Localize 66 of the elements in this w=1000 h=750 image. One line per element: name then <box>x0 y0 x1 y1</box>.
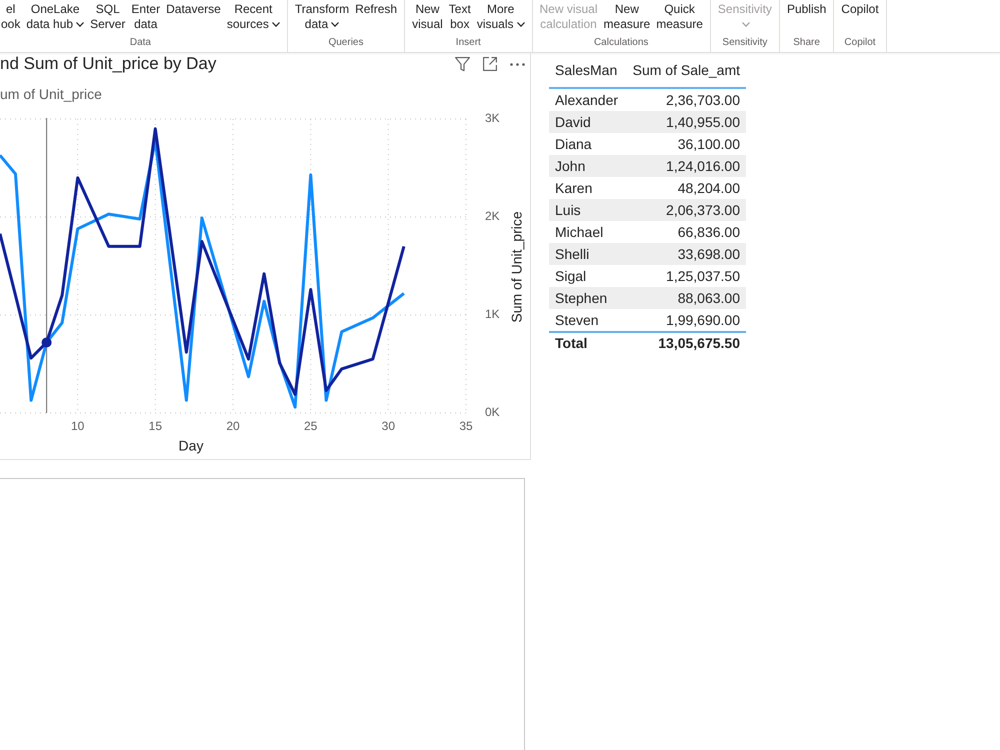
table-cell: Sigal <box>549 265 626 287</box>
ribbon-button[interactable]: New visual <box>411 0 444 32</box>
table-cell: 1,25,037.50 <box>625 265 746 287</box>
table-cell: 88,063.00 <box>625 287 746 309</box>
axis-tick-label: 10 <box>70 419 84 434</box>
table-cell: Alexander <box>549 88 626 111</box>
total-cell: 13,05,675.50 <box>625 332 746 353</box>
group-label: Sensitivity <box>721 37 768 50</box>
table-cell: 2,06,373.00 <box>625 199 746 221</box>
axis-title: Sum of Unit_price <box>508 211 525 323</box>
axis-tick-label: 25 <box>304 419 318 434</box>
table-cell: 36,100.00 <box>625 133 746 155</box>
table-cell: Karen <box>549 177 626 199</box>
axis-tick-label: 30 <box>382 419 396 434</box>
ribbon-button[interactable]: Dataverse <box>165 0 222 17</box>
axis-title: Day <box>178 438 204 454</box>
filter-icon[interactable] <box>455 56 470 72</box>
axis-tick-label: 0K <box>485 405 500 420</box>
table-cell: Steven <box>549 309 626 332</box>
table-cell: Shelli <box>549 243 626 265</box>
axis-tick-label: 2K <box>485 209 500 224</box>
group-label: Calculations <box>592 37 650 50</box>
axis-tick-label: 1K <box>485 307 500 322</box>
table-cell: Luis <box>549 199 626 221</box>
group-label: Share <box>792 37 821 50</box>
axis-tick-label: 20 <box>226 419 240 434</box>
ribbon-button[interactable]: SQL Server <box>89 0 126 32</box>
axis-tick-label: 35 <box>459 419 473 434</box>
ribbon-button[interactable]: Quick measure <box>655 0 704 32</box>
group-label: Insert <box>454 37 482 50</box>
table-cell: Stephen <box>549 287 626 309</box>
ribbon-button[interactable]: More visuals <box>476 0 526 32</box>
chart-title: nd Sum of Unit_price by Day <box>0 53 216 75</box>
table-cell: John <box>549 155 626 177</box>
legend-label: um of Unit_price <box>0 85 103 103</box>
hover-marker-icon <box>42 337 52 348</box>
ribbon-button[interactable]: el ook <box>0 0 22 32</box>
table-cell: 1,40,955.00 <box>625 111 746 133</box>
column-header[interactable]: SalesMan <box>549 57 626 88</box>
table-cell: Michael <box>549 221 626 243</box>
ribbon-button[interactable]: Text box <box>448 0 472 32</box>
more-options-icon[interactable] <box>510 62 525 66</box>
table-cell: 1,99,690.00 <box>625 309 746 332</box>
table-cell: 33,698.00 <box>625 243 746 265</box>
table-cell: 66,836.00 <box>625 221 746 243</box>
table-cell: 2,36,703.00 <box>625 88 746 111</box>
ribbon-button[interactable]: OneLake data hub <box>25 0 86 32</box>
expand-icon[interactable] <box>483 57 497 71</box>
group-label: Queries <box>327 37 364 50</box>
ribbon-button[interactable]: Enter data <box>130 0 162 32</box>
ribbon-button[interactable]: Copilot <box>840 0 880 17</box>
group-label: Data <box>128 37 152 50</box>
group-label: Copilot <box>843 37 877 50</box>
axis-tick-label: 15 <box>148 419 162 434</box>
table-cell: 1,24,016.00 <box>625 155 746 177</box>
column-header[interactable]: Sum of Sale_amt <box>625 57 746 88</box>
ribbon-button[interactable]: New measure <box>602 0 652 32</box>
table-cell: Diana <box>549 133 626 155</box>
ribbon-button[interactable]: Transform data <box>294 0 350 32</box>
ribbon-button[interactable]: Publish <box>786 0 828 17</box>
ribbon-button[interactable]: Refresh <box>354 0 398 17</box>
table-cell: David <box>549 111 626 133</box>
total-cell: Total <box>549 332 626 353</box>
ribbon-button[interactable]: Recent sources <box>226 0 281 32</box>
table-cell: 48,204.00 <box>625 177 746 199</box>
axis-tick-label: 3K <box>485 111 500 126</box>
